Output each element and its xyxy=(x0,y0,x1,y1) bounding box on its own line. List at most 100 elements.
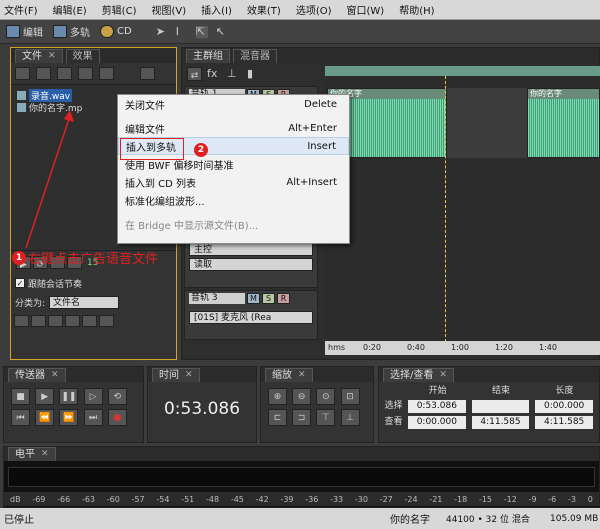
filter-loop-icon[interactable] xyxy=(31,315,46,327)
time-select-tool-icon[interactable]: I xyxy=(176,25,188,38)
ruler-label: 1:40 xyxy=(539,343,557,352)
menu-view[interactable]: 视图(V) xyxy=(151,2,186,17)
zoom-out-v-icon[interactable]: ⊥ xyxy=(340,409,360,426)
menu-item-label: 编辑文件 xyxy=(125,124,165,136)
tab-transport[interactable]: 传送器 ✕ xyxy=(8,367,66,382)
filter-video-icon[interactable] xyxy=(48,315,63,327)
track-3-name[interactable]: 音轨 3 xyxy=(189,292,245,304)
loop-icon[interactable]: ⟲ xyxy=(107,388,127,405)
menu-item-label: 标准化编组波形... xyxy=(125,196,205,208)
solo-button[interactable]: S xyxy=(262,292,275,304)
close-icon[interactable]: ✕ xyxy=(185,369,193,382)
rewind-icon[interactable]: ⏪ xyxy=(35,409,55,426)
stop-icon[interactable]: ■ xyxy=(11,388,30,405)
insert-cd-icon[interactable] xyxy=(78,67,93,80)
view-options-icon[interactable] xyxy=(140,67,155,80)
go-start-icon[interactable]: ⏮ xyxy=(11,409,30,426)
audio-clip[interactable]: 你的名字 xyxy=(527,88,600,158)
menu-item-insert-cd[interactable]: 插入到 CD 列表 Alt+Insert xyxy=(118,173,349,191)
tab-files[interactable]: 文件 ✕ xyxy=(15,49,63,63)
forward-icon[interactable]: ⏩ xyxy=(59,409,79,426)
cd-view-button[interactable]: CD xyxy=(100,25,132,38)
insert-multitrack-icon[interactable] xyxy=(57,67,72,80)
menu-edit[interactable]: 编辑(E) xyxy=(53,2,87,17)
menu-item-normalize-group[interactable]: 标准化编组波形... xyxy=(118,191,349,209)
overview-bar[interactable] xyxy=(325,66,600,76)
zoom-out-h-icon[interactable]: ⊖ xyxy=(292,388,312,405)
open-file-icon[interactable] xyxy=(15,67,30,80)
tab-time[interactable]: 时间 ✕ xyxy=(152,367,200,382)
mute-button[interactable]: M xyxy=(247,292,260,304)
status-format: 44100 • 32 位 混合 xyxy=(446,515,530,525)
sort-select[interactable]: 文件名 xyxy=(49,295,120,309)
tab-main-label: 主群组 xyxy=(193,51,223,62)
zoom-left-edge-icon[interactable]: ⊏ xyxy=(268,409,287,426)
selection-gap[interactable] xyxy=(447,88,527,158)
view-end-field[interactable]: 4:11.585 xyxy=(471,415,530,429)
play-icon[interactable]: ▶ xyxy=(35,388,55,405)
tab-mixer[interactable]: 混音器 xyxy=(233,49,277,63)
close-icon[interactable]: ✕ xyxy=(439,369,447,382)
tab-main-session[interactable]: 主群组 xyxy=(186,49,230,63)
track-controls-toolbar: ⇄ fx ⊥ ▮ xyxy=(184,64,318,84)
tab-zoom[interactable]: 缩放 ✕ xyxy=(265,367,313,382)
time-panel: 时间 ✕ 0:53.086 xyxy=(147,366,257,443)
menu-effects[interactable]: 效果(T) xyxy=(247,2,281,17)
filter-options-icon[interactable] xyxy=(99,315,114,327)
selection-start-field[interactable]: 0:53.086 xyxy=(407,399,466,413)
record-button[interactable]: R xyxy=(277,292,290,304)
tab-effects[interactable]: 效果 xyxy=(65,49,100,63)
master-select[interactable]: 主控 xyxy=(189,243,313,256)
close-icon[interactable]: ✕ xyxy=(298,369,306,382)
menu-help[interactable]: 帮助(H) xyxy=(399,2,434,17)
time-ruler[interactable]: hms 0:20 0:40 1:00 1:20 1:40 xyxy=(325,341,600,355)
view-length-field[interactable]: 4:11.585 xyxy=(535,415,593,429)
menu-insert[interactable]: 插入(I) xyxy=(201,2,232,17)
move-tool-icon[interactable]: ↖ xyxy=(216,25,228,38)
menu-item-reveal-bridge[interactable]: 在 Bridge 中显示源文件(B)... xyxy=(118,215,349,233)
zoom-in-h-icon[interactable]: ⊕ xyxy=(268,388,287,405)
close-file-icon[interactable] xyxy=(36,67,51,80)
pointer-tool-icon[interactable]: ➤ xyxy=(156,25,168,38)
selection-length-field[interactable]: 0:00.000 xyxy=(535,399,593,413)
swap-icon[interactable]: ⇄ xyxy=(187,67,202,81)
menu-item-close-file[interactable]: 关闭文件 Delete xyxy=(118,95,349,113)
cd-view-label: CD xyxy=(117,26,132,37)
play-from-cursor-icon[interactable]: ▷ xyxy=(83,388,103,405)
filter-midi-icon[interactable] xyxy=(65,315,80,327)
selection-end-field[interactable] xyxy=(471,399,530,413)
fx-icon[interactable]: fx xyxy=(207,68,219,80)
menu-window[interactable]: 窗口(W) xyxy=(347,2,385,17)
hybrid-tool-icon[interactable]: ⇱ xyxy=(195,25,208,38)
tab-level[interactable]: 电平 ✕ xyxy=(8,447,56,461)
multitrack-view-button[interactable]: 多轨 xyxy=(53,24,90,39)
tab-selection-view[interactable]: 选择/查看 ✕ xyxy=(383,367,454,382)
bars-icon[interactable]: ▮ xyxy=(247,68,259,80)
playhead[interactable] xyxy=(445,76,446,342)
edit-file-icon[interactable] xyxy=(99,67,114,80)
go-end-icon[interactable]: ⏭ xyxy=(83,409,103,426)
record-icon[interactable]: ● xyxy=(107,409,127,426)
follow-checkbox[interactable]: ✓ xyxy=(15,278,25,288)
zoom-in-v-icon[interactable]: ⊤ xyxy=(316,409,336,426)
close-icon[interactable]: ✕ xyxy=(41,448,49,461)
menu-clip[interactable]: 剪辑(C) xyxy=(102,2,137,17)
read-select[interactable]: 读取 xyxy=(189,258,313,271)
close-icon[interactable]: ✕ xyxy=(48,50,56,63)
pause-icon[interactable]: ❚❚ xyxy=(59,388,79,405)
menu-file[interactable]: 文件(F) xyxy=(4,2,38,17)
edit-view-button[interactable]: 编辑 xyxy=(6,24,43,39)
view-start-field[interactable]: 0:00.000 xyxy=(407,415,466,429)
tracks-area[interactable]: 你的名字 你的名字 xyxy=(325,66,600,342)
menu-item-edit-file[interactable]: 编辑文件 Alt+Enter xyxy=(118,119,349,137)
filter-audio-icon[interactable] xyxy=(14,315,29,327)
zoom-selection-icon[interactable]: ⊡ xyxy=(340,388,360,405)
filter-funnel-icon[interactable] xyxy=(82,315,97,327)
menu-options[interactable]: 选项(O) xyxy=(296,2,332,17)
level-scale-tick: -51 xyxy=(181,494,195,504)
zoom-full-icon[interactable]: ⊙ xyxy=(316,388,336,405)
eq-icon[interactable]: ⊥ xyxy=(227,68,239,80)
input-select[interactable]: [01S] 麦克风 (Rea xyxy=(189,311,313,324)
zoom-right-edge-icon[interactable]: ⊐ xyxy=(292,409,312,426)
close-icon[interactable]: ✕ xyxy=(51,369,59,382)
